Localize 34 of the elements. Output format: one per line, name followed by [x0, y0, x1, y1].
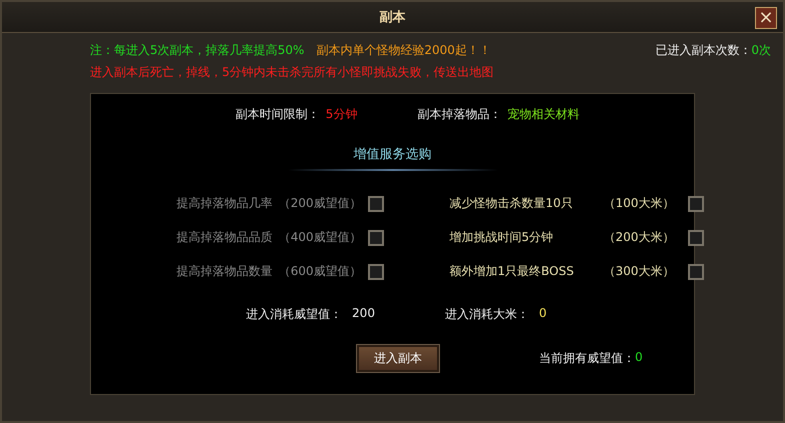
- window-title: 副本: [380, 9, 406, 26]
- checkbox[interactable]: [688, 196, 704, 212]
- checkbox[interactable]: [688, 264, 704, 280]
- checkbox[interactable]: [688, 230, 704, 246]
- close-button[interactable]: ×: [755, 7, 777, 29]
- option-label: 提高掉落物品几率: [176, 195, 273, 212]
- entry-count-value: 0次: [751, 42, 771, 58]
- option-label: 额外增加1只最终BOSS: [450, 263, 575, 280]
- option-cost: （200大米）: [604, 229, 676, 246]
- prestige-value: 0: [635, 350, 643, 366]
- notice-text: 副本内单个怪物经验2000起！！: [316, 42, 491, 58]
- option-cost: （300大米）: [604, 263, 676, 280]
- cost-value: 0: [538, 306, 548, 322]
- cost-label: 进入消耗大米：: [444, 306, 529, 323]
- option-cost: （100大米）: [604, 195, 676, 212]
- prestige-label: 当前拥有威望值：: [539, 350, 635, 367]
- option-cost: （600威望值）: [278, 263, 362, 280]
- warning-text: 进入副本后死亡，掉线，5分钟内未击杀完所有小怪即挑战失败，传送出地图: [90, 64, 495, 81]
- cost-label: 进入消耗威望值：: [246, 306, 342, 323]
- option-cost: （400威望值）: [278, 229, 362, 246]
- info-label: 副本时间限制：: [236, 106, 320, 123]
- option-cost: （200威望值）: [278, 195, 362, 212]
- info-label: 副本掉落物品：: [417, 106, 502, 123]
- option-label: 减少怪物击杀数量10只: [450, 195, 574, 212]
- cost-value: 200: [352, 306, 375, 322]
- enter-button[interactable]: 进入副本: [357, 345, 439, 372]
- info-value: 5分钟: [326, 106, 358, 123]
- info-value: 宠物相关材料: [507, 106, 580, 123]
- option-label: 提高掉落物品品质: [176, 229, 273, 246]
- entry-count-label: 已进入副本次数：: [655, 42, 752, 58]
- section-title: 增值服务选购: [354, 146, 432, 163]
- option-label: 增加挑战时间5分钟: [450, 229, 554, 246]
- notice-text: 注：每进入5次副本，掉落几率提高50%: [90, 42, 304, 58]
- option-label: 提高掉落物品数量: [176, 263, 273, 280]
